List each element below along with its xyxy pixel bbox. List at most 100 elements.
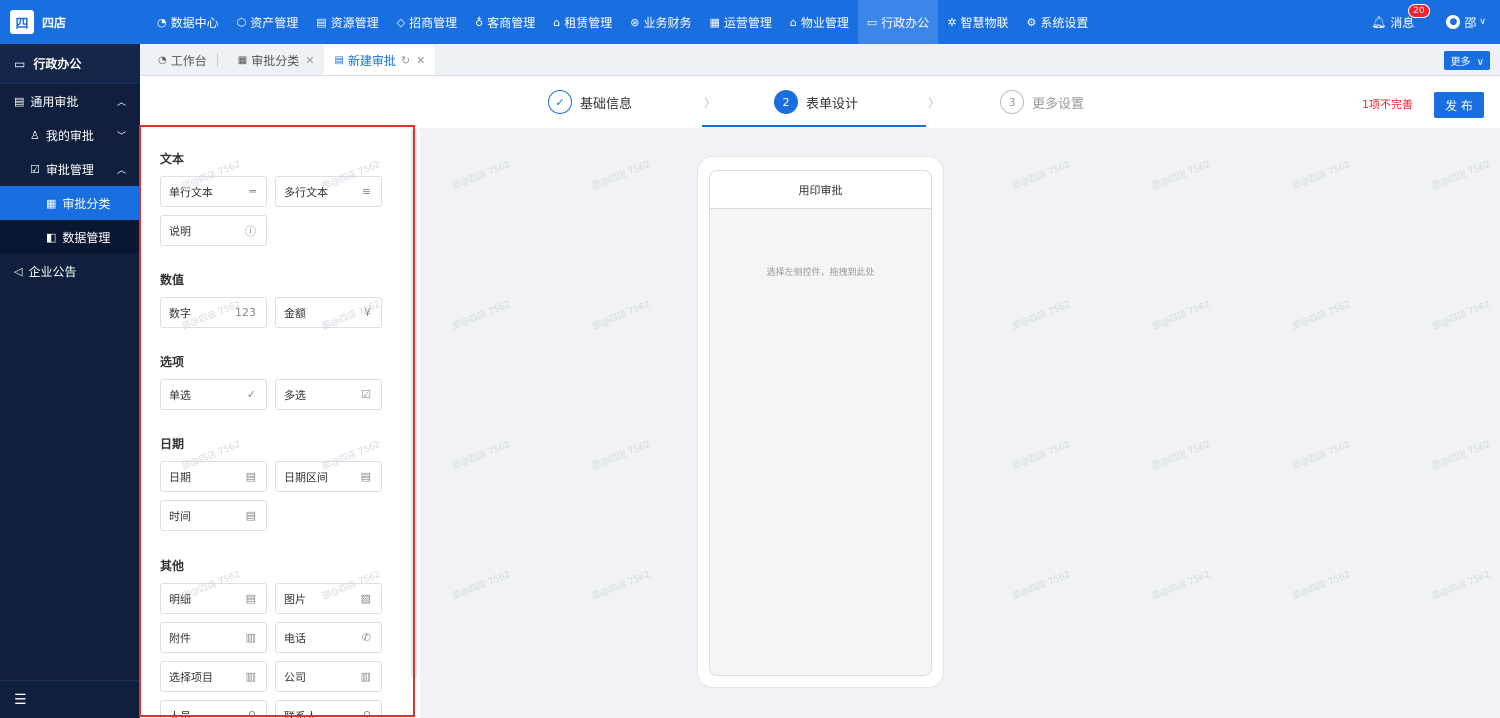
form-drop-zone[interactable]: 用印审批 选择左侧控件，拖拽到此处: [709, 170, 932, 676]
nav-item[interactable]: ⬡ 资产管理: [228, 0, 308, 44]
sidebar-item-my-approval[interactable]: ♙ 我的审批 ﹀: [0, 118, 140, 152]
control-label: 单行文本: [169, 185, 213, 199]
watermark-text: 邵@四店 7562: [1430, 569, 1492, 603]
control-item[interactable]: 图片 ▨: [275, 583, 382, 614]
control-item[interactable]: 金额 ¥: [275, 297, 382, 328]
nav-label: 系统设置: [1040, 15, 1089, 30]
sidebar-item-approval-management[interactable]: ☑ 审批管理 ︿: [0, 152, 140, 186]
more-label: 更多: [1450, 57, 1471, 68]
control-item[interactable]: 单选 ✓: [160, 379, 267, 410]
nav-item[interactable]: ⌂ 租赁管理: [544, 0, 621, 44]
chevron-down-icon: ∨: [1476, 57, 1484, 68]
collapse-sidebar-button[interactable]: ☰: [0, 680, 140, 718]
tab-workbench[interactable]: ◔ 工作台: [148, 45, 228, 75]
tab-new-approval[interactable]: ▤ 新建审批 ↻ ✕: [324, 45, 436, 75]
control-label: 金额: [284, 306, 306, 320]
nav-label: 数据中心: [170, 15, 219, 30]
watermark-text: 邵@四店 7562: [450, 569, 512, 603]
panel-scrollbar[interactable]: [411, 128, 417, 678]
sidebar-item-label: 企业公告: [28, 264, 77, 279]
control-item[interactable]: 公司 ▥: [275, 661, 382, 692]
nav-item[interactable]: ◇ 招商管理: [388, 0, 466, 44]
messages-count-badge: 20: [1408, 3, 1430, 18]
step-number: 2: [774, 90, 798, 114]
sidebar-title: ▭ 行政办公: [0, 44, 140, 84]
sidebar-item-data-management[interactable]: ◧ 数据管理: [0, 220, 140, 254]
tab-label: 新建审批: [347, 53, 396, 68]
step-basic-info[interactable]: ✓ 基础信息: [548, 76, 632, 128]
step-label: 更多设置: [1032, 96, 1085, 112]
chevron-down-icon: ﹀: [116, 131, 126, 142]
sidebar-item-label: 我的审批: [45, 128, 94, 143]
logo-text: 四店: [42, 15, 67, 30]
sidebar-item-announcement[interactable]: ◁ 企业公告: [0, 254, 140, 288]
watermark-text: 邵@四店 7562: [590, 569, 652, 603]
control-item[interactable]: 多选 ☑: [275, 379, 382, 410]
control-type-icon: ▥: [245, 670, 256, 683]
control-item[interactable]: 日期 ▤: [160, 461, 267, 492]
controls-panel: 文本 单行文本 ═ 多行文本 ≡ 说明 ⓘ 数值 数字 123 金额 ¥ 选项 单选 ✓ 多选 ☑ 日期 日期 ▤ 日期…: [140, 128, 420, 718]
close-icon[interactable]: ✕: [416, 54, 425, 67]
control-item[interactable]: 联系人 ⚲: [275, 700, 382, 718]
control-type-icon: ≡: [361, 185, 371, 198]
nav-item[interactable]: ⌂ 物业管理: [781, 0, 858, 44]
sidebar-item-general-approval[interactable]: ▤ 通用审批 ︿: [0, 84, 140, 118]
nav-item[interactable]: ◔ 数据中心: [148, 0, 228, 44]
design-canvas: 邵@四店 7562 邵@四店 7562 邵@四店 7562 邵@四店 7562 邵@四店…: [420, 128, 1500, 718]
control-label: 单选: [169, 388, 191, 402]
nav-item[interactable]: ▭ 行政办公: [857, 0, 939, 44]
control-item[interactable]: 时间 ▤: [160, 500, 267, 531]
more-button[interactable]: 更多 ∨: [1444, 51, 1490, 70]
nav-item[interactable]: ⊛ 业务财务: [621, 0, 700, 44]
control-label: 联系人: [284, 709, 317, 718]
control-label: 数字: [169, 306, 191, 320]
step-more-settings[interactable]: 3 更多设置: [1000, 76, 1084, 128]
control-item[interactable]: 附件 ▥: [160, 622, 267, 653]
user-name: 邵: [1464, 15, 1477, 30]
control-item[interactable]: 多行文本 ≡: [275, 176, 382, 207]
watermark-text: 邵@四店 7562: [1290, 439, 1352, 473]
logo[interactable]: 四 四店: [0, 0, 140, 44]
tab-bar: ◔ 工作台 ▦ 审批分类 ✕ ▤ 新建审批 ↻ ✕ 更多 ∨: [140, 44, 1500, 76]
speaker-icon: ◁: [14, 264, 23, 278]
control-type-icon: ▤: [245, 592, 256, 605]
messages-button[interactable]: 🔔︎ 消息 20: [1371, 3, 1430, 31]
control-item[interactable]: 日期区间 ▤: [275, 461, 382, 492]
nav-item[interactable]: ⚙ 系统设置: [1018, 0, 1098, 44]
incomplete-warning[interactable]: 1项不完善: [1362, 96, 1413, 112]
control-type-icon: ✓: [246, 388, 256, 401]
step-label: 基础信息: [580, 96, 633, 112]
control-type-icon: ⚲: [247, 709, 256, 718]
control-item[interactable]: 人员 ⚲: [160, 700, 267, 718]
nav-icon: ✲: [947, 15, 957, 29]
refresh-icon[interactable]: ↻: [401, 54, 410, 67]
sidebar-item-approval-category[interactable]: ▦ 审批分类: [0, 186, 140, 220]
control-item[interactable]: 数字 123: [160, 297, 267, 328]
control-type-icon: ▨: [360, 592, 371, 605]
control-item[interactable]: 明细 ▤: [160, 583, 267, 614]
main-nav: ◔ 数据中心 ⬡ 资产管理 ▤ 资源管理 ◇ 招商管理 ♁ 客商管理 ⌂ 租赁管理 ⊛ 业务财务 ▦ 运营管理…: [148, 0, 1097, 44]
checklist-icon: ☑: [30, 162, 40, 176]
control-type-icon: ✆: [361, 631, 371, 644]
watermark-text: 邵@四店 7562: [1150, 439, 1212, 473]
user-menu[interactable]: ● 邵 ∨: [1446, 14, 1486, 31]
control-type-icon: ⓘ: [245, 224, 256, 238]
nav-item[interactable]: ▤ 资源管理: [307, 0, 387, 44]
control-item[interactable]: 说明 ⓘ: [160, 215, 267, 246]
form-title: 用印审批: [710, 171, 931, 209]
watermark-text: 邵@四店 7562: [1150, 569, 1212, 603]
step-number: 3: [1000, 90, 1024, 114]
watermark-text: 邵@四店 7562: [1290, 159, 1352, 193]
control-item[interactable]: 选择项目 ▥: [160, 661, 267, 692]
control-item[interactable]: 单行文本 ═: [160, 176, 267, 207]
nav-item[interactable]: ▦ 运营管理: [700, 0, 780, 44]
control-type-icon: ⚲: [362, 709, 371, 718]
control-item[interactable]: 电话 ✆: [275, 622, 382, 653]
close-icon[interactable]: ✕: [305, 54, 314, 67]
step-form-design[interactable]: 2 表单设计: [774, 76, 858, 128]
publish-button[interactable]: 发 布: [1434, 92, 1484, 118]
nav-item[interactable]: ♁ 客商管理: [466, 0, 544, 44]
document-icon: ▤: [14, 94, 25, 108]
nav-item[interactable]: ✲ 智慧物联: [938, 0, 1017, 44]
tab-approval-category[interactable]: ▦ 审批分类 ✕: [228, 45, 325, 75]
